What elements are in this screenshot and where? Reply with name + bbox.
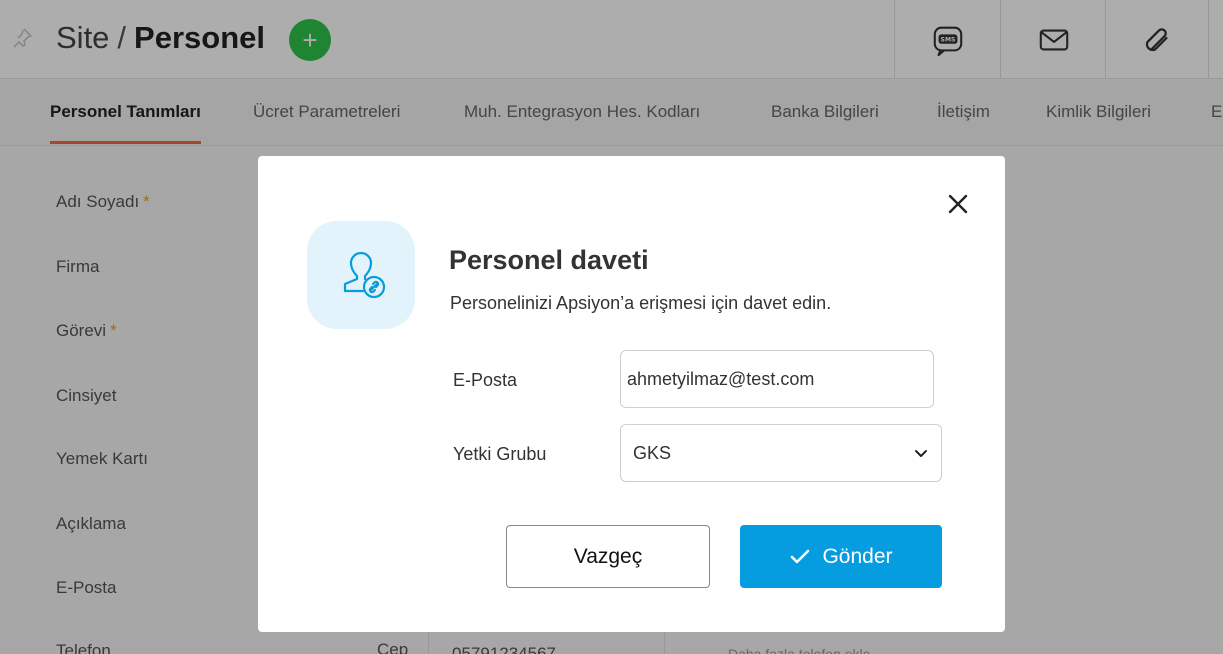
send-button[interactable]: Gönder: [740, 525, 942, 588]
email-label: E-Posta: [453, 370, 518, 390]
user-link-icon: [343, 251, 386, 299]
permission-group-select[interactable]: GKS: [620, 424, 942, 482]
send-button-label: Gönder: [822, 544, 893, 568]
check-icon: [791, 549, 810, 563]
invite-modal: Personel daveti Personelinizi Apsiyon’a …: [258, 156, 1005, 632]
close-button[interactable]: [944, 190, 972, 218]
chevron-down-icon: [915, 450, 927, 457]
email-input[interactable]: [620, 350, 934, 408]
permission-group-value: GKS: [633, 442, 672, 463]
permission-group-label: Yetki Grubu: [453, 444, 547, 464]
cancel-button[interactable]: Vazgeç: [506, 525, 710, 588]
modal-title: Personel daveti: [449, 245, 649, 275]
invite-illustration: [307, 221, 415, 329]
modal-subtitle: Personelinizi Apsiyon’a erişmesi için da…: [450, 293, 832, 313]
close-icon: [948, 194, 968, 214]
